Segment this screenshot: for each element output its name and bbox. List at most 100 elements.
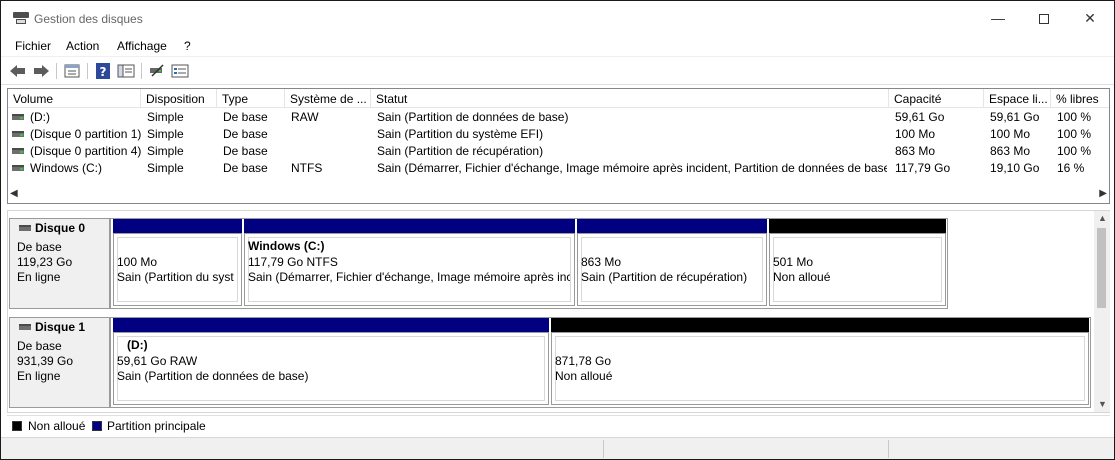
table-row[interactable]: (Disque 0 partition 1) Simple De base Sa…: [8, 126, 1109, 143]
disk-size: 119,23 Go: [17, 255, 73, 269]
menu-help[interactable]: ?: [184, 39, 191, 53]
volume-type: De base: [223, 127, 268, 141]
partition-title: (D:): [127, 338, 148, 352]
title-bar: Gestion des disques — ✕: [1, 1, 1114, 35]
volume-fs: RAW: [291, 110, 319, 124]
table-row[interactable]: (D:) Simple De base RAW Sain (Partition …: [8, 109, 1109, 126]
minimize-button[interactable]: —: [975, 1, 1021, 35]
disk-management-window: Gestion des disques — ✕ Fichier Action A…: [0, 0, 1115, 460]
partition-bar: [577, 219, 767, 233]
volume-icon: [12, 148, 24, 154]
partition-unallocated-disk1[interactable]: 871,78 Go Non alloué: [551, 318, 1089, 405]
legend-swatch-unallocated: [12, 421, 22, 431]
volume-icon: [12, 131, 24, 137]
forward-icon[interactable]: [31, 62, 51, 80]
table-row[interactable]: (Disque 0 partition 4) Simple De base Sa…: [8, 143, 1109, 160]
table-row[interactable]: Windows (C:) Simple De base NTFS Sain (D…: [8, 160, 1109, 177]
legend-label-unallocated: Non alloué: [28, 419, 86, 433]
close-button[interactable]: ✕: [1067, 1, 1113, 35]
disk-size: 931,39 Go: [17, 354, 74, 368]
scroll-up-icon[interactable]: ▲: [1098, 213, 1107, 223]
scroll-down-icon[interactable]: ▼: [1098, 399, 1107, 409]
volume-pct-free: 100 %: [1057, 110, 1092, 124]
properties-icon[interactable]: [62, 62, 82, 80]
volume-pct-free: 16 %: [1057, 161, 1085, 175]
back-icon[interactable]: [8, 62, 28, 80]
col-percent-free[interactable]: % libres: [1051, 89, 1109, 108]
volume-layout: Simple: [147, 127, 184, 141]
volume-name: (Disque 0 partition 1): [30, 127, 142, 141]
maximize-button[interactable]: [1021, 1, 1067, 35]
disk-kind: De base: [17, 240, 62, 254]
disk-kind: De base: [17, 339, 62, 353]
status-bar: [1, 437, 1114, 459]
toolbar: ?: [1, 58, 1114, 85]
partition-status: Sain (Partition du syst: [117, 270, 234, 284]
menu-fichier[interactable]: Fichier: [15, 39, 51, 53]
legend-swatch-primary: [92, 421, 102, 431]
partition-bar: [769, 219, 946, 233]
volume-free: 100 Mo: [990, 127, 1031, 141]
volume-status: Sain (Démarrer, Fichier d'échange, Image…: [377, 161, 887, 175]
partition-windows-c[interactable]: Windows (C:) 117,79 Go NTFS Sain (Démarr…: [244, 219, 575, 306]
volume-capacity: 117,79 Go: [895, 161, 951, 175]
col-filesystem[interactable]: Système de ...: [285, 89, 371, 108]
connect-icon[interactable]: [147, 62, 167, 80]
volume-name: (D:): [30, 110, 50, 124]
scroll-thumb[interactable]: [1097, 228, 1106, 308]
volume-status: Sain (Partition de données de base): [377, 110, 569, 124]
disk-icon: [19, 324, 31, 330]
menu-action[interactable]: Action: [66, 39, 99, 53]
svg-text:?: ?: [100, 65, 107, 79]
partition-unallocated-disk0[interactable]: 501 Mo Non alloué: [769, 219, 946, 306]
volume-type: De base: [223, 110, 268, 124]
col-disposition[interactable]: Disposition: [141, 89, 217, 108]
disk-0-partitions: 100 Mo Sain (Partition du syst Windows (…: [110, 218, 948, 309]
partition-bar: [244, 219, 575, 233]
col-type[interactable]: Type: [217, 89, 285, 108]
volume-free: 19,10 Go: [990, 161, 1040, 175]
disk-icon: [19, 225, 31, 231]
disk-state: En ligne: [17, 270, 61, 284]
scroll-left-icon[interactable]: ◀: [10, 188, 18, 199]
disk-1-partitions: (D:) 59,61 Go RAW Sain (Partition de don…: [110, 317, 1091, 408]
partition-size: 863 Mo: [581, 255, 622, 269]
col-volume[interactable]: Volume: [8, 89, 141, 108]
volume-capacity: 863 Mo: [895, 144, 936, 158]
col-status[interactable]: Statut: [371, 89, 889, 108]
scroll-right-icon[interactable]: ▶: [1099, 188, 1107, 199]
console-tree-icon[interactable]: [116, 62, 136, 80]
partition-status: Sain (Partition de données de base): [117, 369, 309, 383]
col-capacity[interactable]: Capacité: [889, 89, 984, 108]
menu-affichage[interactable]: Affichage: [117, 39, 167, 53]
volume-pct-free: 100 %: [1057, 127, 1092, 141]
volume-layout: Simple: [147, 144, 184, 158]
volume-icon: [12, 165, 24, 171]
partition-status: Sain (Démarrer, Fichier d'échange, Image…: [248, 270, 570, 284]
menu-bar: Fichier Action Affichage ?: [1, 35, 1114, 57]
disk-1-label[interactable]: Disque 1 De base 931,39 Go En ligne: [9, 317, 110, 408]
volume-status: Sain (Partition de récupération): [377, 144, 544, 158]
disk-0-label[interactable]: Disque 0 De base 119,23 Go En ligne: [9, 218, 110, 309]
volume-type: De base: [223, 144, 268, 158]
help-icon[interactable]: ?: [93, 62, 113, 80]
disk-graphical-view: Disque 0 De base 119,23 Go En ligne 100 …: [7, 210, 1110, 413]
partition-efi[interactable]: 100 Mo Sain (Partition du syst: [113, 219, 242, 306]
partition-bar: [113, 318, 549, 332]
volume-icon: [12, 114, 24, 120]
col-free-space[interactable]: Espace li...: [984, 89, 1051, 108]
disk-name: Disque 0: [35, 221, 86, 235]
partition-status: Non alloué: [773, 270, 831, 284]
partition-status: Sain (Partition de récupération): [581, 270, 748, 284]
volume-capacity: 59,61 Go: [895, 110, 945, 124]
disk-state: En ligne: [17, 369, 61, 383]
horizontal-scrollbar[interactable]: ◀ ▶: [8, 186, 1109, 203]
vertical-scrollbar[interactable]: ▲ ▼: [1094, 211, 1110, 412]
partition-d[interactable]: (D:) 59,61 Go RAW Sain (Partition de don…: [113, 318, 549, 405]
disk-management-icon: [13, 12, 29, 26]
settings-icon[interactable]: [170, 62, 190, 80]
maximize-icon: [1039, 14, 1049, 25]
partition-size: 117,79 Go NTFS: [248, 255, 338, 269]
partition-recovery[interactable]: 863 Mo Sain (Partition de récupération): [577, 219, 767, 306]
partition-size: 59,61 Go RAW: [117, 354, 198, 368]
